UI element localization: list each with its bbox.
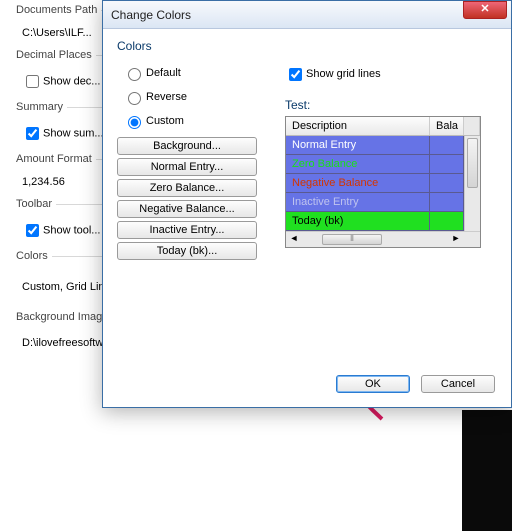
documents-path-value: C:\Users\ILF... bbox=[22, 27, 92, 39]
col-balance[interactable]: Bala bbox=[430, 117, 464, 135]
test-row-zero[interactable]: Zero Balance bbox=[286, 155, 464, 174]
dialog-buttons: OK Cancel bbox=[328, 375, 495, 393]
toolbar-label: Toolbar bbox=[12, 198, 56, 210]
today-bk-color-button[interactable]: Today (bk)... bbox=[117, 242, 257, 260]
test-label: Test: bbox=[285, 98, 497, 112]
preview-strip bbox=[462, 410, 512, 531]
ok-button[interactable]: OK bbox=[336, 375, 410, 393]
documents-path-label: Documents Path bbox=[12, 4, 101, 16]
dialog-cancel-button[interactable]: Cancel bbox=[421, 375, 495, 393]
test-row-negative[interactable]: Negative Balance bbox=[286, 174, 464, 193]
zero-balance-color-button[interactable]: Zero Balance... bbox=[117, 179, 257, 197]
radio-custom[interactable]: Custom bbox=[123, 115, 184, 127]
dialog-body: Colors Default Reverse Custom Background… bbox=[103, 29, 511, 407]
show-summary-checkbox[interactable]: Show sum... bbox=[22, 124, 104, 143]
radio-reverse[interactable]: Reverse bbox=[123, 91, 187, 103]
background-color-button[interactable]: Background... bbox=[117, 137, 257, 155]
normal-entry-color-button[interactable]: Normal Entry... bbox=[117, 158, 257, 176]
grid-horizontal-scrollbar[interactable]: ◄ ► bbox=[286, 231, 480, 247]
grid-header: Description Bala bbox=[286, 117, 480, 136]
test-grid: Description Bala Normal Entry Zero Balan… bbox=[285, 116, 481, 248]
colors-right-column: Show grid lines Test: Description Bala N… bbox=[285, 61, 497, 263]
col-scroll-corner bbox=[464, 117, 480, 135]
show-toolbar-checkbox[interactable]: Show tool... bbox=[22, 221, 100, 240]
test-row-today[interactable]: Today (bk) bbox=[286, 212, 464, 231]
col-description[interactable]: Description bbox=[286, 117, 430, 135]
scroll-right-icon[interactable]: ► bbox=[448, 233, 464, 247]
test-row-normal[interactable]: Normal Entry bbox=[286, 136, 464, 155]
grid-vertical-scrollbar[interactable] bbox=[464, 136, 480, 231]
background-image-label: Background Image bbox=[12, 311, 112, 323]
show-grid-lines-checkbox[interactable]: Show grid lines bbox=[285, 68, 381, 80]
decimal-places-label: Decimal Places bbox=[12, 49, 96, 61]
close-icon[interactable]: ✕ bbox=[463, 1, 507, 19]
amount-format-label: Amount Format bbox=[12, 153, 96, 165]
test-row-inactive[interactable]: Inactive Entry bbox=[286, 193, 464, 212]
colors-label: Colors bbox=[12, 250, 52, 262]
colors-group-label: Colors bbox=[117, 39, 497, 53]
show-decimals-checkbox[interactable]: Show dec... bbox=[22, 72, 100, 91]
summary-label: Summary bbox=[12, 101, 67, 113]
amount-format-value: 1,234.56 bbox=[22, 176, 65, 188]
inactive-entry-color-button[interactable]: Inactive Entry... bbox=[117, 221, 257, 239]
negative-balance-color-button[interactable]: Negative Balance... bbox=[117, 200, 257, 218]
dialog-title: Change Colors bbox=[111, 8, 191, 22]
change-colors-dialog: Change Colors ✕ Colors Default Reverse C… bbox=[102, 0, 512, 408]
dialog-titlebar[interactable]: Change Colors ✕ bbox=[103, 1, 511, 29]
colors-left-column: Default Reverse Custom Background... Nor… bbox=[117, 61, 267, 263]
radio-default[interactable]: Default bbox=[123, 67, 181, 79]
scroll-left-icon[interactable]: ◄ bbox=[286, 233, 302, 247]
